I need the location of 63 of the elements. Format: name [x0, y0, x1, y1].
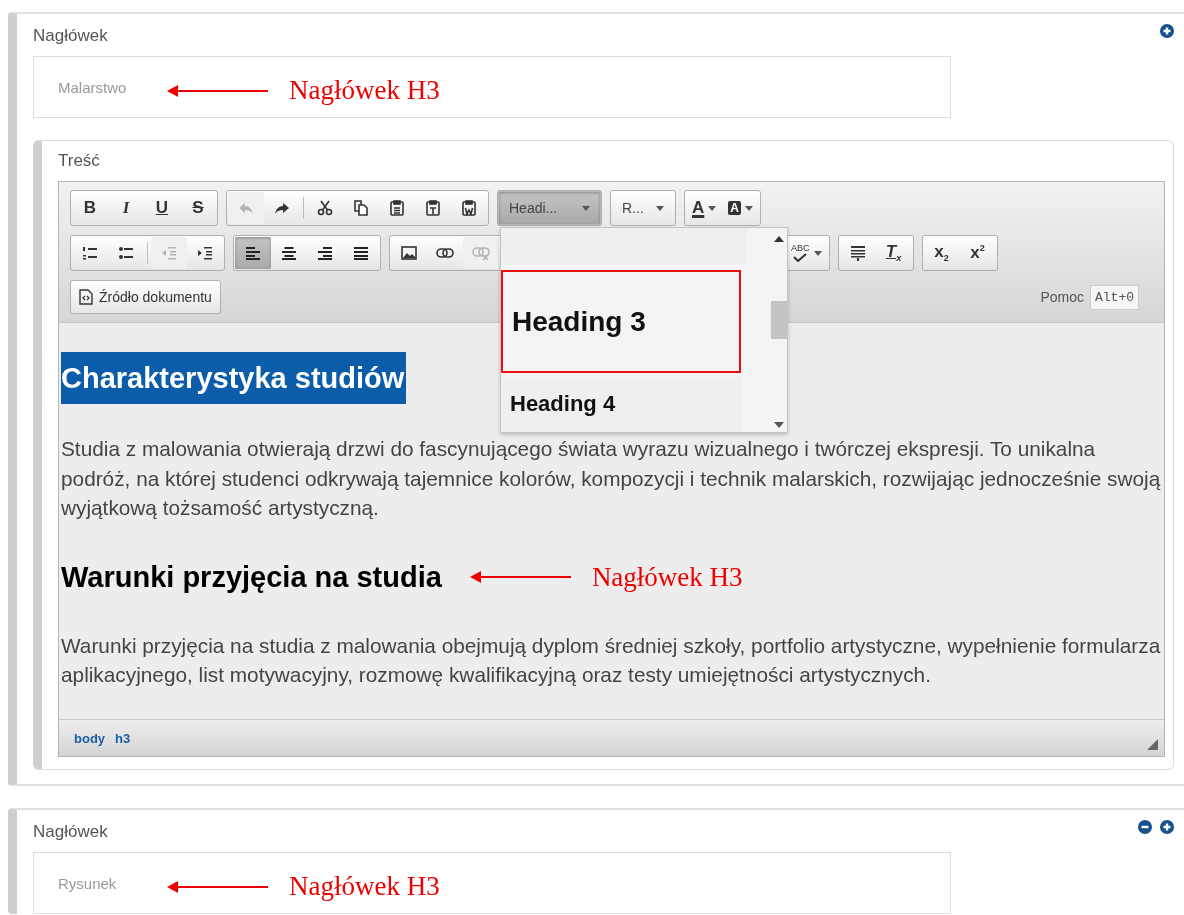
format-option[interactable]: Heading 3 — [501, 270, 741, 374]
field-label: Nagłówek — [33, 822, 108, 842]
strike-button[interactable]: S — [180, 192, 216, 224]
field-label: Treść — [58, 151, 100, 171]
superscript-button[interactable]: x$^{2}$ — [959, 237, 996, 269]
content-heading: Charakterystyka studiów — [61, 352, 407, 404]
remove-icon[interactable] — [1138, 820, 1152, 834]
caret-icon — [744, 205, 753, 211]
annotation-label: Nagłówek H3 — [289, 75, 440, 106]
clipboard-icon — [389, 200, 405, 216]
content-paragraph: Warunki przyjęcia na studia z malowania obejmują dyplom średniej szkoły, portfolio artystyczne, wypełnienie formularza aplikacyjnego, list motywacyjny, rozmowę kwalifikacyjną oraz testy umiejętności artystycznych. — [61, 632, 1162, 688]
caret-icon — [813, 250, 822, 256]
resize-grip-icon[interactable] — [1147, 739, 1158, 750]
justify-icon — [353, 246, 369, 260]
align-right-icon — [317, 246, 333, 260]
indent-icon — [197, 245, 213, 261]
content-paragraph: Studia z malowania otwierają drzwi do fascynującego świata wyrazu wizualnego i twórczej ekspresji. To unikalna podróż, na której studenci odkrywają tajemnice kolorów, kompozycji i technik malarskich, rozwijając jednocześnie swoją wyjątkową tożsamość artystyczną. — [61, 436, 1162, 521]
caret-icon — [656, 205, 664, 211]
format-option[interactable]: Heading 4 — [501, 377, 741, 432]
spellcheck-button[interactable]: ABC — [785, 237, 828, 269]
bold-button[interactable]: B — [72, 192, 108, 224]
outdent-icon — [161, 245, 177, 261]
image-icon — [401, 246, 417, 260]
scrollbar-thumb[interactable] — [771, 301, 787, 339]
align-center-icon — [281, 246, 297, 260]
element-path-link[interactable]: h3 — [115, 730, 139, 746]
scroll-up-icon[interactable] — [774, 236, 784, 242]
bg-color-button[interactable]: A — [722, 192, 759, 224]
remove-format-button[interactable]: T$_{x}$ — [875, 237, 912, 269]
clipboard-icon — [425, 200, 441, 216]
text-color-button[interactable]: A — [686, 192, 723, 224]
caret-icon — [582, 205, 590, 211]
subscript-button[interactable]: x$_{2}$ — [923, 237, 960, 269]
add-icon[interactable] — [1160, 820, 1174, 834]
copy-icon — [353, 200, 369, 216]
unlink-icon — [472, 246, 490, 260]
element-path-link[interactable]: body — [74, 730, 114, 746]
add-icon[interactable] — [1160, 24, 1174, 38]
caret-icon — [708, 205, 717, 211]
format-dropdown[interactable]: Headi... — [499, 192, 600, 224]
redo-icon — [274, 201, 290, 215]
scroll-down-icon[interactable] — [774, 422, 784, 428]
numbered-list-icon — [82, 245, 98, 261]
underline-button[interactable]: U — [144, 192, 180, 224]
annotation-label: Nagłówek H3 — [289, 871, 440, 902]
annotation-label: Nagłówek H3 — [591, 561, 743, 593]
shortcut-key: Alt+0 — [1090, 284, 1139, 310]
content-heading: Warunki przyjęcia na studia — [61, 560, 442, 594]
clipboard-icon — [461, 200, 477, 216]
scissors-icon — [317, 200, 333, 216]
source-button[interactable]: Źródło dokumentu — [70, 280, 221, 314]
check-icon — [793, 253, 808, 262]
help-label: Pomoc — [1040, 289, 1084, 305]
link-icon — [436, 247, 454, 259]
align-left-icon — [245, 246, 261, 260]
italic-button[interactable]: I — [108, 192, 144, 224]
undo-icon — [238, 201, 254, 215]
field-label: Nagłówek — [33, 26, 108, 46]
source-file-icon — [79, 289, 93, 305]
format-dropdown[interactable]: R... — [612, 192, 674, 224]
align-left-button[interactable] — [235, 237, 271, 269]
show-blocks-icon — [849, 245, 866, 261]
bulleted-list-icon — [118, 245, 134, 261]
